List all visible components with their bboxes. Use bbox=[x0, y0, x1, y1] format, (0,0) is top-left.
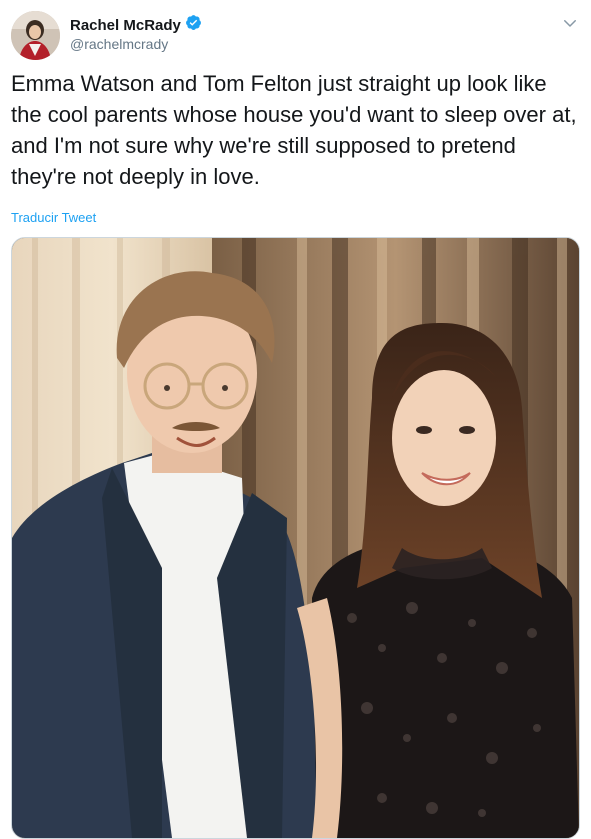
translate-tweet-link[interactable]: Traducir Tweet bbox=[11, 210, 96, 225]
tweet-text: Emma Watson and Tom Felton just straight… bbox=[11, 71, 577, 189]
chevron-down-icon[interactable] bbox=[561, 14, 579, 32]
display-name[interactable]: Rachel McRady bbox=[70, 17, 181, 34]
user-handle[interactable]: @rachelmcrady bbox=[70, 36, 168, 52]
avatar-image bbox=[11, 11, 60, 60]
tweet-photo[interactable] bbox=[11, 237, 580, 839]
photo-illustration bbox=[12, 238, 579, 838]
user-name-row: Rachel McRady bbox=[70, 14, 202, 36]
verified-badge-icon bbox=[185, 14, 202, 36]
avatar[interactable] bbox=[11, 11, 60, 60]
tweet-card: Rachel McRady @rachelmcrady Emma Watson … bbox=[0, 0, 591, 839]
